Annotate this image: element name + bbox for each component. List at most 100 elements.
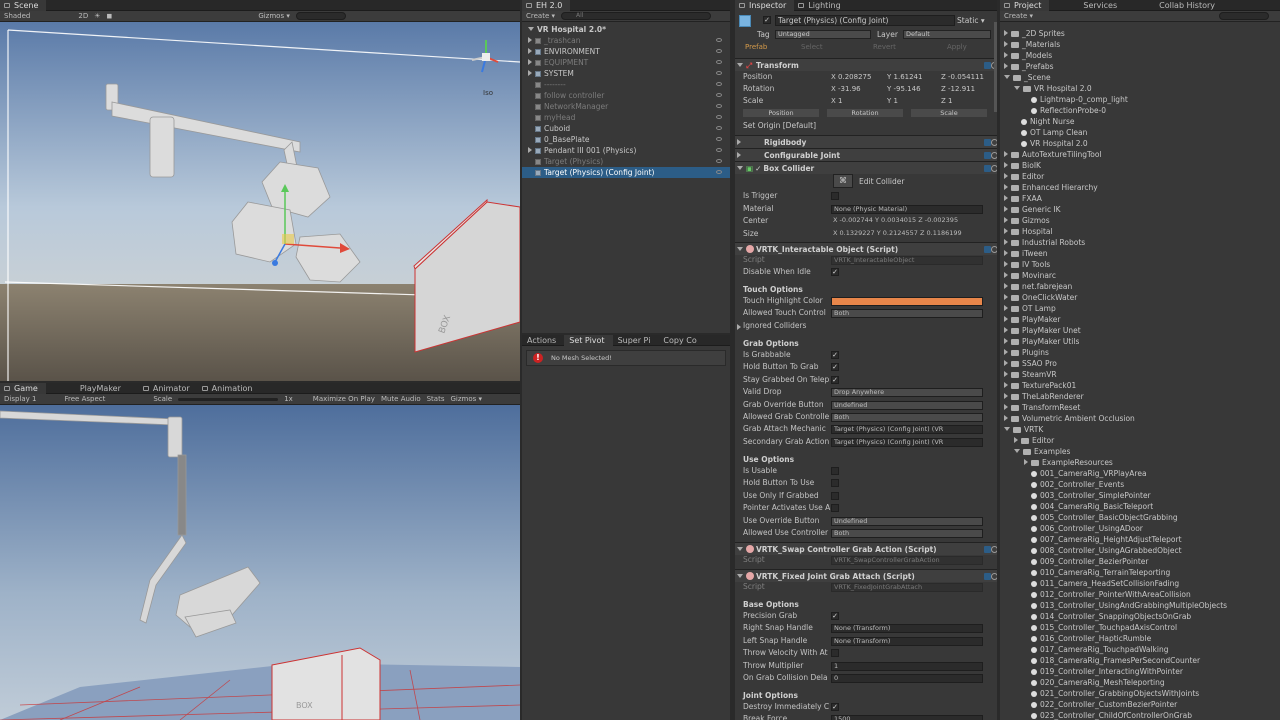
expand-arrow-icon[interactable] (1004, 327, 1008, 333)
tab-copy-components[interactable]: Copy Co (658, 335, 704, 346)
reset-scale-button[interactable]: Scale (911, 109, 987, 117)
project-folder[interactable]: Gizmos (1004, 215, 1280, 226)
hierarchy-item[interactable]: _trashcan (522, 35, 730, 46)
project-folder[interactable]: PlayMaker Unet (1004, 325, 1280, 336)
project-folder[interactable]: IV Tools (1004, 259, 1280, 270)
project-folder[interactable]: Generic IK (1004, 204, 1280, 215)
project-folder[interactable]: PlayMaker (1004, 314, 1280, 325)
project-asset[interactable]: 010_CameraRig_TerrainTeleporting (1004, 567, 1280, 578)
tab-actions[interactable]: Actions (522, 335, 564, 346)
project-asset[interactable]: 006_Controller_UsingADoor (1004, 523, 1280, 534)
expand-arrow-icon[interactable] (528, 48, 532, 54)
project-folder[interactable]: iTween (1004, 248, 1280, 259)
project-asset[interactable]: 017_CameraRig_TouchpadWalking (1004, 644, 1280, 655)
field-checkbox[interactable]: ✓ (831, 703, 839, 711)
visibility-icon[interactable] (716, 93, 722, 97)
active-checkbox[interactable]: ✓ (763, 16, 771, 24)
project-asset[interactable]: 004_CameraRig_BasicTeleport (1004, 501, 1280, 512)
field-value[interactable]: 1 (831, 661, 983, 671)
field-value[interactable]: X 0.1329227 Y 0.2124557 Z 0.1186199 (831, 230, 983, 239)
project-folder[interactable]: TheLabRenderer (1004, 391, 1280, 402)
game-viewport[interactable]: BOX (0, 405, 520, 720)
project-folder[interactable]: OneClickWater (1004, 292, 1280, 303)
position-x[interactable]: X 0.208275 (831, 71, 871, 83)
project-asset[interactable]: 014_Controller_SnappingObjectsOnGrab (1004, 611, 1280, 622)
aspect-dropdown[interactable]: Free Aspect (64, 395, 105, 403)
object-name-field[interactable]: Target (Physics) (Config Joint) (775, 15, 955, 26)
project-asset[interactable]: 009_Controller_BezierPointer (1004, 556, 1280, 567)
gear-icon[interactable] (991, 573, 997, 580)
expand-arrow-icon[interactable] (1004, 162, 1008, 168)
project-folder[interactable]: _Models (1004, 50, 1280, 61)
touch-highlight-color-field[interactable] (831, 297, 983, 306)
project-folder[interactable]: Movinarc (1004, 270, 1280, 281)
gear-icon[interactable] (991, 546, 997, 553)
gear-icon[interactable] (991, 152, 997, 159)
expand-arrow-icon[interactable] (1004, 360, 1008, 366)
help-icon[interactable] (984, 246, 991, 253)
disable-idle-checkbox[interactable]: ✓ (831, 268, 839, 276)
hierarchy-item[interactable]: Cuboid (522, 123, 730, 134)
hierarchy-create-button[interactable]: Create ▾ (526, 12, 555, 20)
project-folder[interactable]: AutoTextureTilingTool (1004, 149, 1280, 160)
project-asset[interactable]: 008_Controller_UsingAGrabbedObject (1004, 545, 1280, 556)
expand-arrow-icon[interactable] (1004, 41, 1008, 47)
project-folder[interactable]: OT Lamp (1004, 303, 1280, 314)
inspector-scrollbar[interactable] (994, 22, 997, 112)
expand-arrow-icon[interactable] (1014, 449, 1020, 453)
visibility-icon[interactable] (716, 38, 722, 42)
2d-toggle[interactable]: 2D (78, 12, 88, 20)
expand-arrow-icon[interactable] (1014, 86, 1020, 90)
expand-arrow-icon[interactable] (1004, 382, 1008, 388)
rotation-z[interactable]: Z -12.911 (941, 83, 975, 95)
tag-dropdown[interactable]: Untagged (775, 30, 871, 39)
tab-project[interactable]: Project (1000, 0, 1050, 11)
expand-arrow-icon[interactable] (1004, 63, 1008, 69)
project-folder[interactable]: Editor (1004, 435, 1280, 446)
scene-root[interactable]: VR Hospital 2.0* (522, 24, 730, 35)
project-asset[interactable]: 020_CameraRig_MeshTeleporting (1004, 677, 1280, 688)
project-folder[interactable]: Examples (1004, 446, 1280, 457)
visibility-icon[interactable] (716, 49, 722, 53)
expand-arrow-icon[interactable] (1004, 261, 1008, 267)
visibility-icon[interactable] (716, 159, 722, 163)
hierarchy-item[interactable]: NetworkManager (522, 101, 730, 112)
hierarchy-item[interactable]: follow controller (522, 90, 730, 101)
project-asset[interactable]: 001_CameraRig_VRPlayArea (1004, 468, 1280, 479)
project-asset[interactable]: 013_Controller_UsingAndGrabbingMultipleO… (1004, 600, 1280, 611)
project-asset[interactable]: 002_Controller_Events (1004, 479, 1280, 490)
effects-toggle[interactable]: ◼ (107, 12, 113, 20)
expand-arrow-icon[interactable] (1004, 151, 1008, 157)
project-folder[interactable]: VR Hospital 2.0 (1004, 83, 1280, 94)
maximize-on-play-toggle[interactable]: Maximize On Play (313, 395, 375, 403)
project-folder[interactable]: BioIK (1004, 160, 1280, 171)
tab-game[interactable]: Game (0, 383, 46, 394)
projection-label[interactable]: Iso (483, 89, 493, 97)
project-asset[interactable]: 011_Camera_HeadSetCollisionFading (1004, 578, 1280, 589)
expand-arrow-icon[interactable] (1004, 217, 1008, 223)
project-folder[interactable]: _2D Sprites (1004, 28, 1280, 39)
project-asset[interactable]: 018_CameraRig_FramesPerSecondCounter (1004, 655, 1280, 666)
project-asset[interactable]: 016_Controller_HapticRumble (1004, 633, 1280, 644)
help-icon[interactable] (984, 152, 991, 159)
expand-arrow-icon[interactable] (528, 147, 532, 153)
tab-scene[interactable]: Scene (0, 0, 47, 11)
expand-arrow-icon[interactable] (1004, 404, 1008, 410)
expand-arrow-icon[interactable] (1004, 349, 1008, 355)
tab-super-pivot[interactable]: Super Pi (613, 335, 659, 346)
field-checkbox[interactable]: ✓ (831, 351, 839, 359)
expand-arrow-icon[interactable] (1004, 195, 1008, 201)
reset-rotation-button[interactable]: Rotation (827, 109, 903, 117)
edit-collider-icon[interactable]: ⌘ (833, 174, 853, 188)
field-checkbox[interactable] (831, 649, 839, 658)
project-search-input[interactable] (1219, 12, 1269, 20)
help-icon[interactable] (984, 62, 991, 69)
hierarchy-item[interactable]: 0_BasePlate (522, 134, 730, 145)
project-folder[interactable]: _Scene (1004, 72, 1280, 83)
rotation-x[interactable]: X -31.96 (831, 83, 861, 95)
visibility-icon[interactable] (716, 126, 722, 130)
project-folder[interactable]: net.fabrejean (1004, 281, 1280, 292)
static-dropdown[interactable]: Static ▾ (957, 16, 985, 25)
field-value[interactable]: 1500 (831, 715, 983, 720)
field-checkbox[interactable] (831, 491, 839, 500)
